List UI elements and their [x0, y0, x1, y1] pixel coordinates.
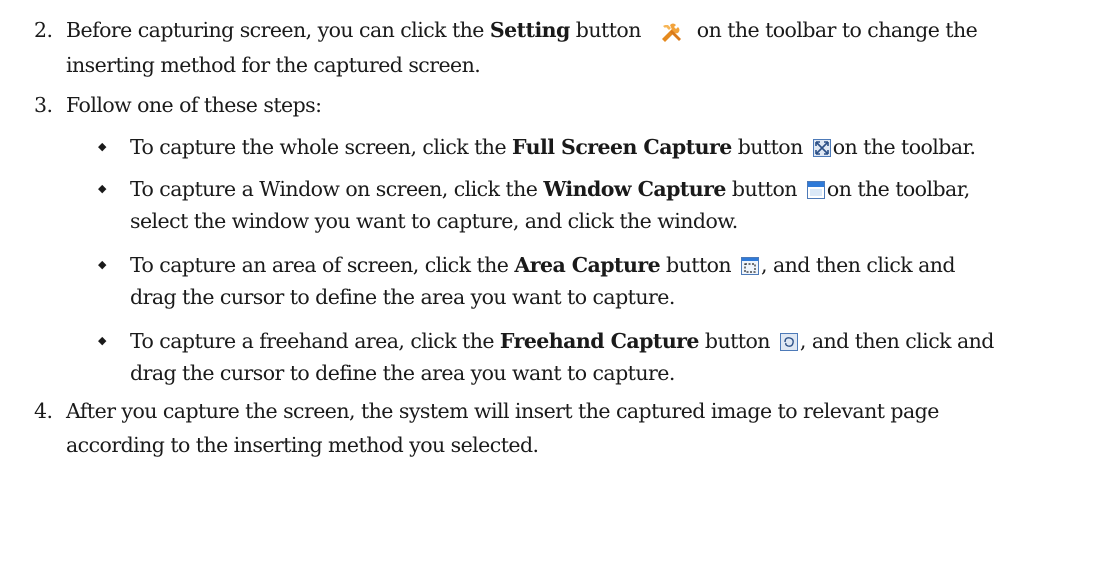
full-screen-capture-button-name: Full Screen Capture — [512, 135, 732, 159]
step-2-line-2: inserting method for the captured screen… — [66, 53, 481, 77]
area-capture-button-name: Area Capture — [514, 253, 661, 277]
window-capture-icon — [806, 181, 825, 199]
window-capture-button-name: Window Capture — [543, 177, 726, 201]
step-number: 4. — [34, 399, 53, 423]
freehand-capture-icon — [779, 333, 798, 351]
setting-button-name: Setting — [489, 18, 571, 42]
step-number: 3. — [34, 93, 53, 117]
area-capture-icon — [741, 257, 760, 275]
document-page: 2. Before capturing screen, you can clic… — [0, 0, 1120, 570]
bullet-icon: ◆ — [98, 140, 106, 153]
bullet-icon: ◆ — [98, 258, 106, 271]
bullet-window-cont: select the window you want to capture, a… — [130, 209, 738, 233]
tools-icon — [659, 22, 685, 42]
step-number: 2. — [34, 18, 53, 42]
step-4-line-2: according to the inserting method you se… — [66, 433, 539, 457]
bullet-icon: ◆ — [98, 334, 106, 347]
bullet-freehand-cont: drag the cursor to define the area you w… — [130, 361, 675, 385]
full-screen-capture-icon — [812, 139, 831, 157]
freehand-capture-button-name: Freehand Capture — [499, 329, 700, 353]
bullet-area-cont: drag the cursor to define the area you w… — [130, 285, 675, 309]
bullet-icon: ◆ — [98, 182, 106, 195]
